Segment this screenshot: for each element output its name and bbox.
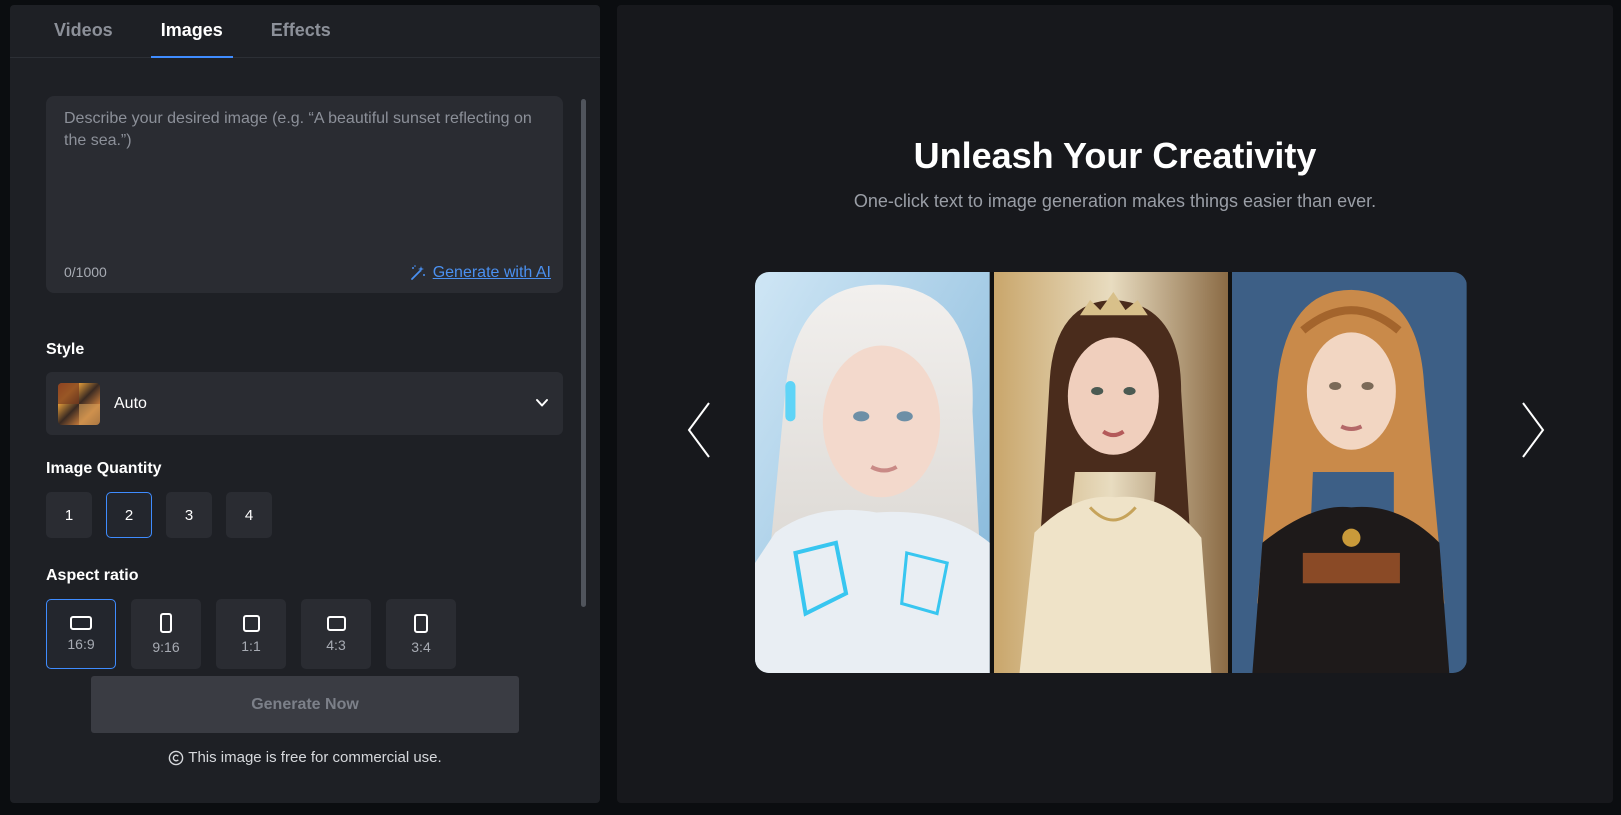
generator-panel: Videos Images Effects 0/1000 Generate wi…	[10, 5, 600, 803]
aspect-ratio-options: 16:9 9:16 1:1 4:3 3:4	[46, 599, 456, 669]
chevron-down-icon	[536, 399, 548, 407]
tab-effects[interactable]: Effects	[261, 5, 341, 58]
aspect-ratio-1-1[interactable]: 1:1	[216, 599, 286, 669]
hero-title: Unleash Your Creativity	[913, 135, 1317, 176]
media-tabs: Videos Images Effects	[10, 5, 600, 58]
generate-with-ai-label: Generate with AI	[432, 264, 551, 281]
princess-portrait	[993, 272, 1229, 673]
aspect-ratio-16-9[interactable]: 16:9	[46, 599, 116, 669]
quantity-option-1[interactable]: 1	[46, 492, 92, 538]
tab-videos[interactable]: Videos	[44, 5, 123, 58]
aspect-ratio-label-4-3: 4:3	[326, 636, 346, 653]
generate-now-button[interactable]: Generate Now	[91, 676, 519, 733]
aspect-ratio-3-4[interactable]: 3:4	[386, 599, 456, 669]
panel-scrollbar[interactable]	[581, 99, 586, 607]
aspect-ratio-label: Aspect ratio	[46, 567, 139, 584]
renaissance-woman-portrait	[1232, 272, 1467, 673]
aspect-ratio-9-16[interactable]: 9:16	[131, 599, 201, 669]
example-gallery	[755, 272, 1467, 673]
landscape-ratio-icon	[70, 616, 92, 630]
prompt-input[interactable]	[46, 96, 563, 246]
style-label: Style	[46, 341, 85, 358]
portrait-3-4-ratio-icon	[414, 613, 428, 633]
quantity-options: 1 2 3 4	[46, 492, 272, 538]
chevron-right-icon[interactable]	[1517, 400, 1547, 460]
aspect-ratio-label-9-16: 9:16	[152, 639, 180, 655]
quantity-option-4[interactable]: 4	[226, 492, 272, 538]
generate-with-ai-link[interactable]: Generate with AI	[409, 264, 551, 282]
char-count: 0/1000	[64, 264, 107, 280]
style-thumbnail	[58, 382, 100, 425]
cyber-woman-portrait	[755, 272, 990, 673]
image-quantity-label: Image Quantity	[46, 460, 162, 477]
copyright-icon	[168, 750, 184, 765]
style-selected-value: Auto	[114, 394, 147, 412]
style-dropdown[interactable]: Auto	[46, 372, 563, 435]
chevron-left-icon[interactable]	[685, 400, 715, 460]
aspect-ratio-4-3[interactable]: 4:3	[301, 599, 371, 669]
quantity-option-3[interactable]: 3	[166, 492, 212, 538]
quantity-option-2[interactable]: 2	[106, 492, 152, 538]
magic-wand-icon	[410, 265, 425, 280]
prompt-box: 0/1000 Generate with AI	[46, 96, 563, 293]
landscape-4-3-ratio-icon	[326, 615, 346, 631]
aspect-ratio-label-16-9: 16:9	[67, 636, 95, 652]
aspect-ratio-label-1-1: 1:1	[241, 637, 261, 654]
square-ratio-icon	[242, 614, 260, 632]
portrait-ratio-icon	[160, 613, 172, 633]
tab-images[interactable]: Images	[150, 5, 233, 58]
commercial-use-text: This image is free for commercial use.	[188, 749, 442, 766]
commercial-use-notice: This image is free for commercial use.	[10, 749, 600, 766]
preview-panel: Unleash Your Creativity One-click text t…	[617, 5, 1613, 803]
aspect-ratio-label-3-4: 3:4	[411, 638, 431, 655]
hero-subtitle: One-click text to image generation makes…	[853, 191, 1377, 211]
